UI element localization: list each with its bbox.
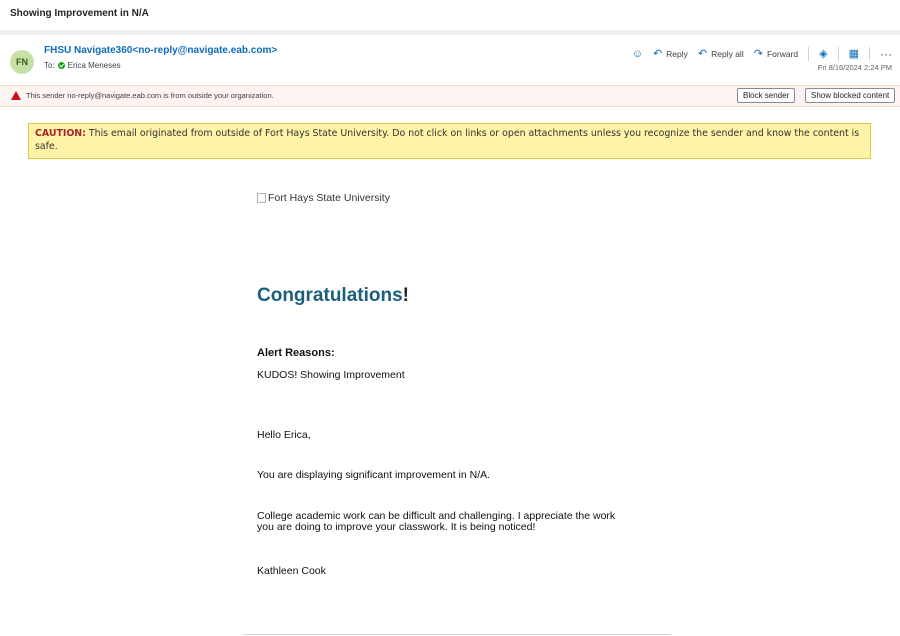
alert-reason: KUDOS! Showing Improvement bbox=[257, 369, 405, 381]
forward-label: Forward bbox=[766, 49, 799, 59]
action-divider bbox=[808, 47, 810, 61]
heading-text: Congratulations bbox=[257, 285, 403, 306]
presence-available-icon bbox=[57, 62, 65, 69]
warning-triangle-icon bbox=[11, 91, 21, 100]
alert-reasons-heading: Alert Reasons: bbox=[257, 347, 335, 359]
warning-text: This sender no-reply@navigate.eab.com is… bbox=[26, 91, 274, 100]
reply-label: Reply bbox=[666, 49, 688, 59]
caution-banner: CAUTION: This email originated from outs… bbox=[28, 123, 871, 159]
congratulations-heading: Congratulations! bbox=[257, 285, 409, 307]
recipient-line: To: Erica Meneses bbox=[44, 61, 121, 70]
sender-avatar[interactable]: FN bbox=[10, 50, 34, 74]
block-sender-button[interactable]: Block sender bbox=[737, 88, 796, 103]
signature: Kathleen Cook bbox=[257, 565, 326, 577]
heading-exclamation: ! bbox=[402, 285, 409, 306]
university-logo: Fort Hays State University bbox=[257, 192, 390, 204]
copilot-icon[interactable]: ◈ bbox=[819, 48, 827, 60]
caution-label: CAUTION: bbox=[35, 128, 86, 139]
reply-all-button[interactable]: ↶ Reply all bbox=[697, 47, 744, 60]
encouragement-line-2: you are doing to improve your classwork.… bbox=[257, 521, 536, 533]
caution-text: This email originated from outside of Fo… bbox=[35, 128, 860, 152]
recipient-name[interactable]: Erica Meneses bbox=[68, 61, 121, 70]
broken-image-icon bbox=[257, 193, 266, 203]
logo-alt-text: Fort Hays State University bbox=[268, 192, 390, 204]
footer-divider bbox=[243, 634, 671, 635]
sender-name[interactable]: FHSU Navigate360<no-reply@navigate.eab.c… bbox=[44, 45, 277, 56]
to-label: To: bbox=[44, 61, 55, 70]
message-date: Fri 8/16/2024 2:24 PM bbox=[817, 63, 892, 72]
apps-grid-icon[interactable]: ▦ bbox=[849, 48, 859, 60]
reply-all-label: Reply all bbox=[711, 49, 744, 59]
reply-icon: ↶ bbox=[652, 47, 663, 60]
forward-button[interactable]: ↷ Forward bbox=[753, 47, 799, 60]
reply-all-icon: ↶ bbox=[697, 47, 708, 60]
show-blocked-content-button[interactable]: Show blocked content bbox=[805, 88, 896, 103]
improvement-message: You are displaying significant improveme… bbox=[257, 469, 491, 481]
reply-button[interactable]: ↶ Reply bbox=[652, 47, 688, 60]
more-actions-icon[interactable]: ··· bbox=[880, 48, 892, 60]
action-divider bbox=[837, 47, 839, 61]
subject-bar: Showing Improvement in N/A bbox=[0, 0, 900, 30]
message-actions: ☺ ↶ Reply ↶ Reply all ↷ Forward ◈ ▦ ··· bbox=[632, 47, 892, 61]
action-divider bbox=[869, 47, 870, 61]
header-divider bbox=[0, 30, 900, 35]
greeting: Hello Erica, bbox=[257, 429, 311, 441]
email-subject: Showing Improvement in N/A bbox=[10, 8, 149, 19]
forward-icon: ↷ bbox=[753, 47, 763, 60]
emoji-reaction-icon[interactable]: ☺ bbox=[632, 48, 643, 60]
